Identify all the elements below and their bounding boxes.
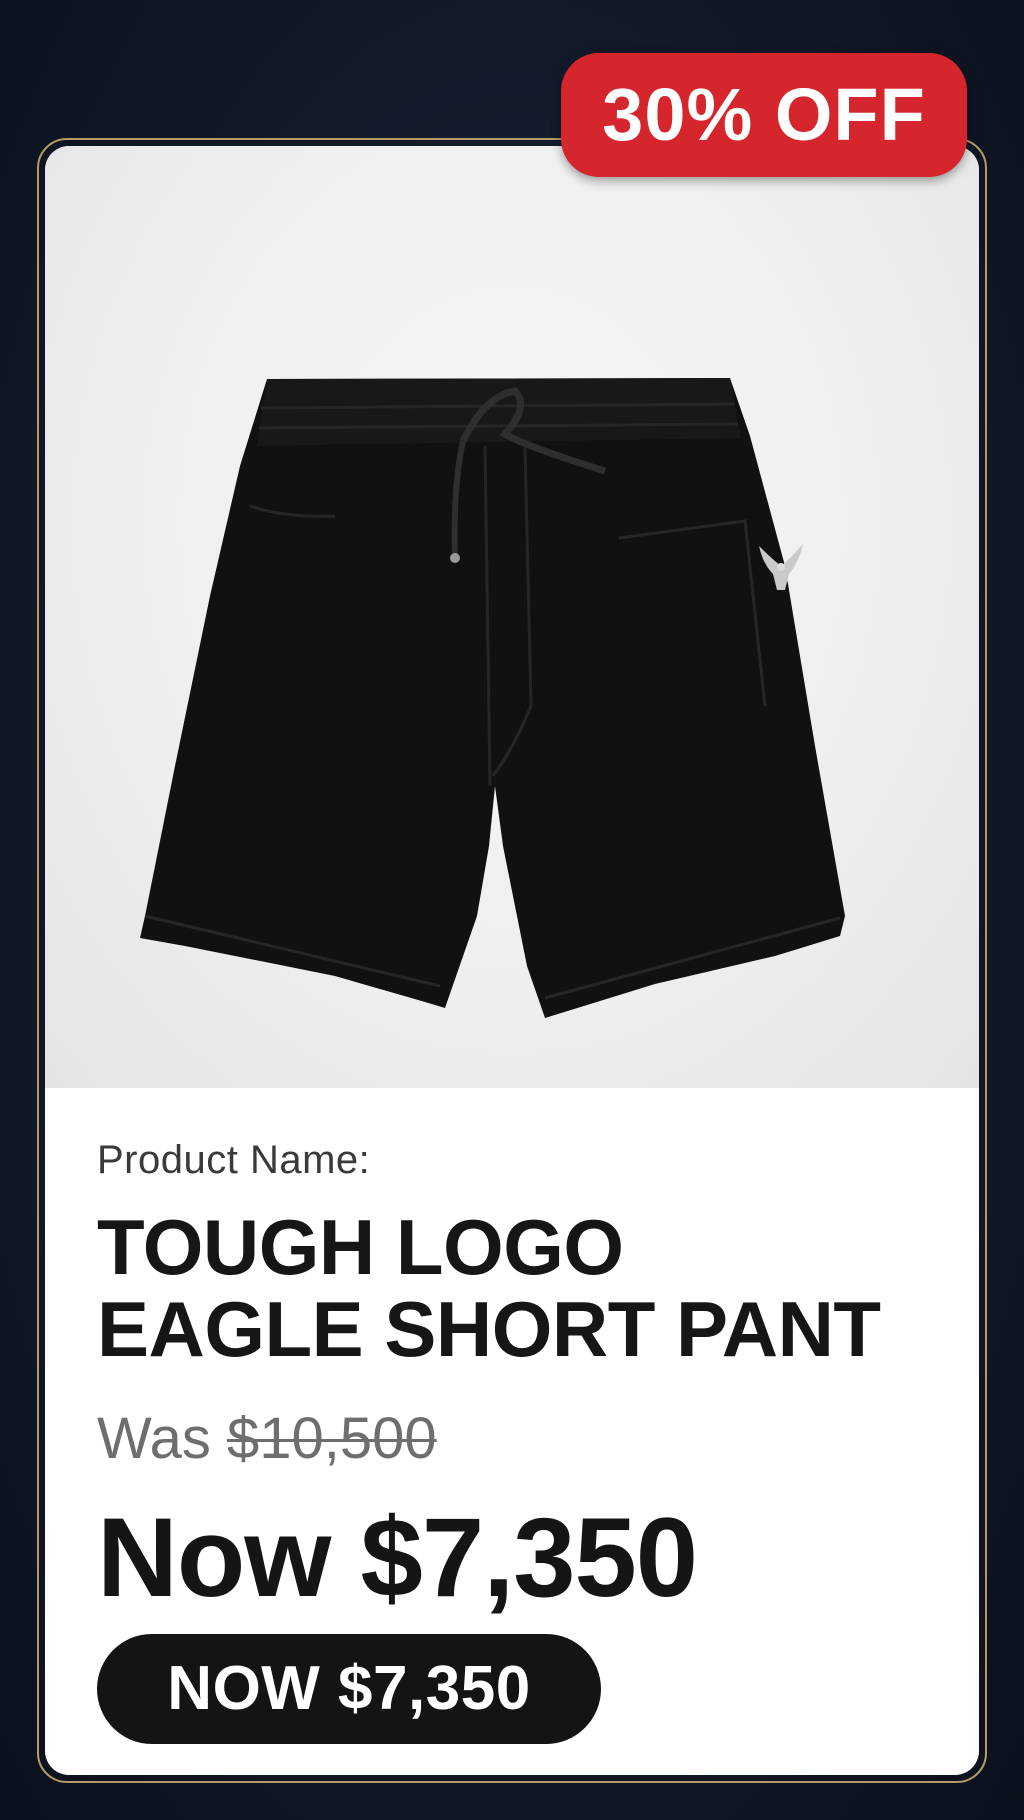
now-price: Now $7,350 [97,1495,698,1620]
shorts-image [140,378,845,1018]
was-price-value: $10,500 [226,1406,437,1471]
product-title-line-1: TOUGH LOGO [97,1203,624,1291]
product-card-frame: Product Name: TOUGH LOGO EAGLE SHORT PAN… [37,138,987,1783]
product-title-line-2: EAGLE SHORT PANT [97,1285,881,1373]
now-price-button[interactable]: NOW $7,350 [97,1634,601,1744]
product-info: Product Name: TOUGH LOGO EAGLE SHORT PAN… [97,1136,939,1616]
was-price: Was $10,500 [97,1406,939,1472]
product-card: Product Name: TOUGH LOGO EAGLE SHORT PAN… [45,146,979,1775]
was-price-prefix: Was [97,1406,227,1471]
product-name-label: Product Name: [97,1138,371,1182]
product-image [45,146,979,1088]
product-title: TOUGH LOGO EAGLE SHORT PANT [97,1206,939,1370]
discount-badge: 30% OFF [561,53,967,177]
